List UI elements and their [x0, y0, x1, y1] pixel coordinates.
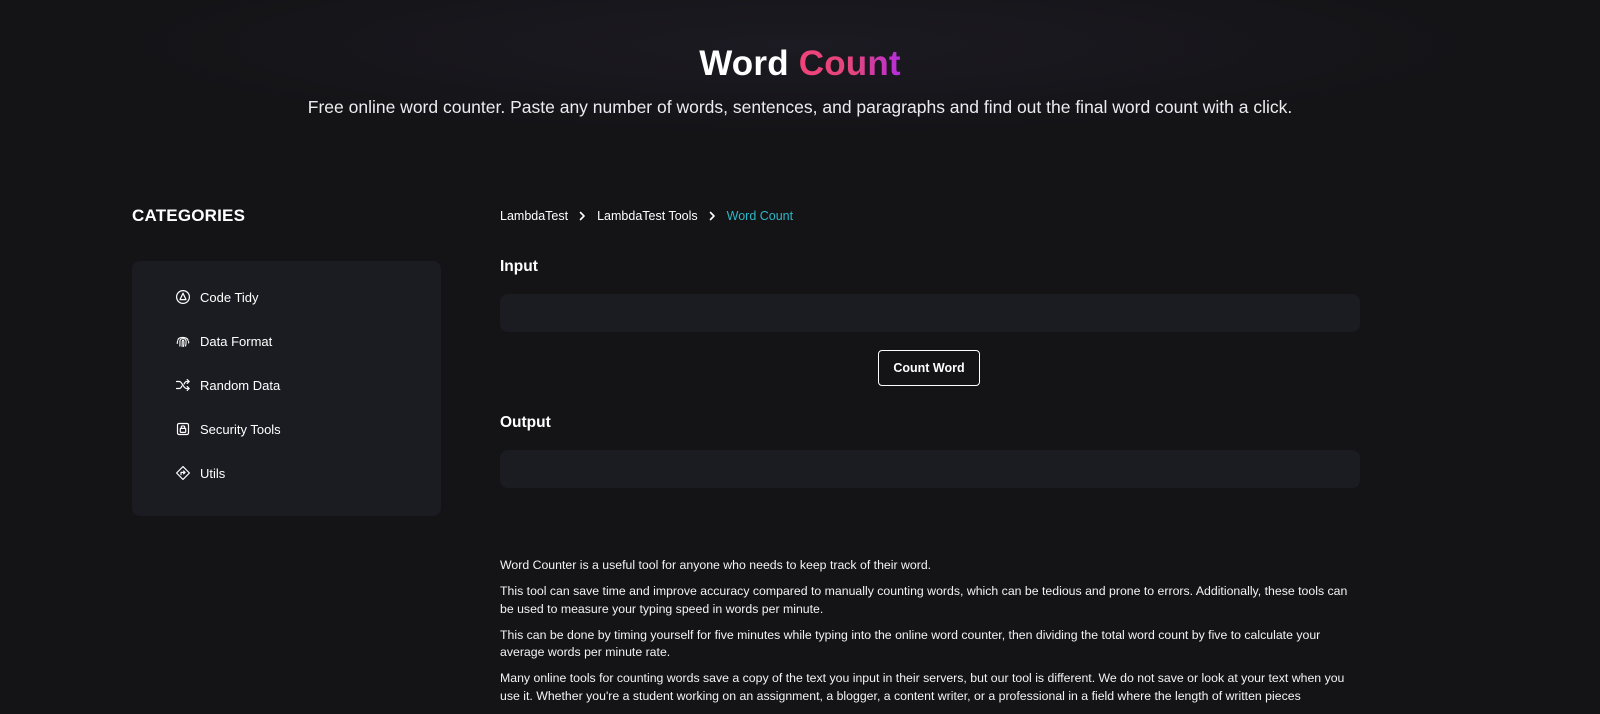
sidebar-item-label: Data Format — [200, 333, 273, 349]
count-word-button[interactable]: Count Word — [878, 350, 980, 386]
word-input-field[interactable] — [500, 294, 1360, 332]
description-text: Word Counter is a useful tool for anyone… — [500, 557, 1360, 714]
shuffle-icon — [175, 379, 190, 391]
description-paragraph: This can be done by timing yourself for … — [500, 627, 1321, 660]
output-label: Output — [500, 414, 551, 431]
breadcrumb-current: Word Count — [726, 209, 794, 223]
page-subtitle: Free online word counter. Paste any numb… — [307, 97, 1293, 117]
page-title-accent: Count — [798, 44, 901, 83]
breadcrumb: LambdaTest LambdaTest Tools Word Count — [500, 209, 793, 223]
chevron-right-icon — [709, 211, 715, 221]
output-field[interactable] — [500, 450, 1360, 488]
sidebar-item-label: Code Tidy — [200, 289, 259, 305]
sidebar-item-security-tools[interactable]: Security Tools — [132, 407, 441, 451]
code-tidy-icon — [175, 289, 191, 305]
breadcrumb-link-lambdatest[interactable]: LambdaTest — [500, 209, 568, 223]
lock-icon — [176, 422, 190, 436]
description-paragraph: This tool can save time and improve accu… — [500, 584, 1348, 616]
description-paragraph: Word Counter is a useful tool for anyone… — [500, 558, 932, 572]
categories-sidebar: CATEGORIES Code Tidy Data Format Random … — [132, 206, 441, 516]
chevron-right-icon — [579, 211, 585, 221]
page-title-plain: Word — [699, 44, 789, 83]
diamond-icon — [176, 466, 190, 480]
sidebar-item-label: Utils — [200, 465, 226, 481]
sidebar-item-label: Security Tools — [200, 421, 281, 437]
hero-section: Word Count Free online word counter. Pas… — [0, 0, 1600, 150]
sidebar-item-data-format[interactable]: Data Format — [132, 319, 441, 363]
page-title: Word Count — [0, 44, 1600, 84]
input-label: Input — [500, 258, 538, 275]
breadcrumb-link-tools[interactable]: LambdaTest Tools — [597, 209, 698, 223]
sidebar-item-label: Random Data — [200, 377, 281, 393]
sidebar-item-utils[interactable]: Utils — [132, 451, 441, 495]
sidebar-item-random-data[interactable]: Random Data — [132, 363, 441, 407]
categories-title: CATEGORIES — [132, 206, 246, 225]
categories-list: Code Tidy Data Format Random Data Securi… — [132, 261, 441, 516]
description-paragraph: Many online tools for counting words sav… — [500, 671, 1345, 703]
fingerprint-icon — [176, 336, 190, 348]
sidebar-item-code-tidy[interactable]: Code Tidy — [132, 275, 441, 319]
